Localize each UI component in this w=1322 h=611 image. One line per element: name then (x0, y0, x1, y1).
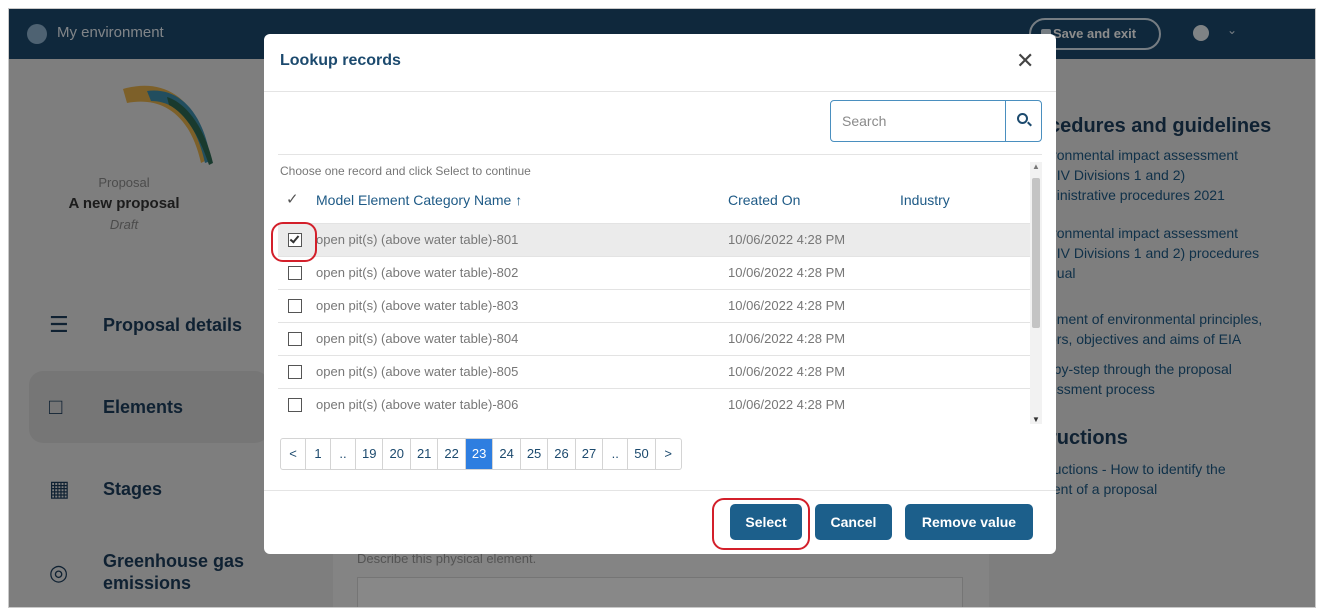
table-row[interactable]: open pit(s) (above water table)-806 10/0… (278, 388, 1030, 421)
search-divider (278, 154, 1042, 155)
search-icon-handle (1027, 121, 1032, 127)
page-ellipsis: .. (603, 439, 629, 469)
page-next[interactable]: > (656, 439, 681, 469)
pagination: < 1 .. 19 20 21 22 23 24 25 26 27 .. 50 … (280, 438, 682, 470)
page-prev[interactable]: < (281, 439, 306, 469)
record-name: open pit(s) (above water table)-804 (316, 331, 519, 346)
search-box (830, 100, 1042, 142)
scroll-down-icon[interactable]: ▼ (1032, 415, 1040, 424)
page-19[interactable]: 19 (356, 439, 384, 469)
page-1[interactable]: 1 (306, 439, 331, 469)
row-checkbox[interactable] (288, 266, 302, 280)
record-created: 10/06/2022 4:28 PM (728, 364, 846, 379)
search-input[interactable] (832, 102, 1004, 140)
table-scrollbar[interactable]: ▲ ▼ (1030, 162, 1042, 424)
record-created: 10/06/2022 4:28 PM (728, 331, 846, 346)
record-created: 10/06/2022 4:28 PM (728, 397, 846, 412)
row-checkbox[interactable] (288, 398, 302, 412)
page-20[interactable]: 20 (383, 439, 411, 469)
page-23-current[interactable]: 23 (465, 439, 494, 469)
row-checkbox[interactable] (288, 332, 302, 346)
search-button[interactable] (1005, 101, 1041, 141)
remove-value-button[interactable]: Remove value (905, 504, 1033, 540)
column-header-created[interactable]: Created On (728, 192, 800, 208)
record-name: open pit(s) (above water table)-802 (316, 265, 519, 280)
select-highlight-annotation (712, 498, 810, 550)
record-name: open pit(s) (above water table)-806 (316, 397, 519, 412)
header-divider (264, 91, 1056, 92)
row-checkbox[interactable] (288, 299, 302, 313)
page-21[interactable]: 21 (411, 439, 439, 469)
select-all-check-icon[interactable]: ✓ (286, 190, 299, 208)
page-22[interactable]: 22 (438, 439, 466, 469)
page-50[interactable]: 50 (628, 439, 656, 469)
column-header-name[interactable]: Model Element Category Name ↑ (316, 192, 522, 208)
table-row[interactable]: open pit(s) (above water table)-801 10/0… (278, 223, 1030, 256)
dialog-title: Lookup records (280, 52, 401, 69)
cancel-button[interactable]: Cancel (815, 504, 892, 540)
record-created: 10/06/2022 4:28 PM (728, 298, 846, 313)
page-26[interactable]: 26 (548, 439, 576, 469)
row-checkbox[interactable] (288, 365, 302, 379)
table-row[interactable]: open pit(s) (above water table)-804 10/0… (278, 322, 1030, 355)
checkbox-highlight-annotation (271, 222, 317, 262)
record-name: open pit(s) (above water table)-803 (316, 298, 519, 313)
page-ellipsis: .. (331, 439, 356, 469)
page-27[interactable]: 27 (576, 439, 604, 469)
record-created: 10/06/2022 4:28 PM (728, 265, 846, 280)
table-row[interactable]: open pit(s) (above water table)-805 10/0… (278, 355, 1030, 388)
record-created: 10/06/2022 4:28 PM (728, 232, 846, 247)
lookup-records-dialog: Lookup records ✕ Choose one record and c… (264, 34, 1056, 554)
table-row[interactable]: open pit(s) (above water table)-802 10/0… (278, 256, 1030, 289)
instruction-text: Choose one record and click Select to co… (280, 164, 531, 178)
record-name: open pit(s) (above water table)-805 (316, 364, 519, 379)
table-row[interactable]: open pit(s) (above water table)-803 10/0… (278, 289, 1030, 322)
close-icon[interactable]: ✕ (1016, 48, 1034, 74)
page-25[interactable]: 25 (521, 439, 549, 469)
scrollbar-thumb[interactable] (1032, 178, 1040, 328)
record-name: open pit(s) (above water table)-801 (316, 232, 519, 247)
column-header-industry[interactable]: Industry (900, 192, 950, 208)
page-24[interactable]: 24 (493, 439, 521, 469)
records-table: open pit(s) (above water table)-801 10/0… (278, 223, 1030, 421)
footer-divider (264, 490, 1056, 491)
scroll-up-icon[interactable]: ▲ (1032, 162, 1040, 171)
